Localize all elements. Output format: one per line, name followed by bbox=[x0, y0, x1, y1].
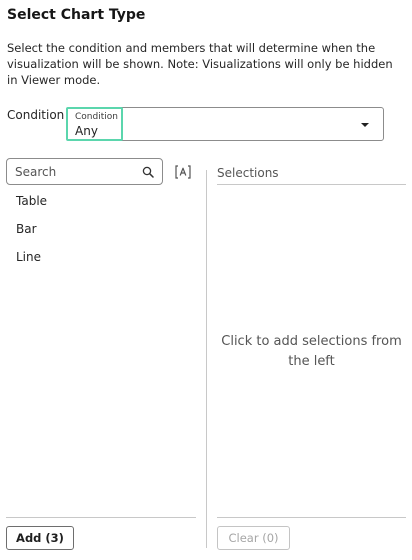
clear-button[interactable]: Clear (0) bbox=[217, 526, 290, 550]
dialog-title: Select Chart Type bbox=[7, 7, 146, 23]
selections-empty-message: Click to add selections from the left bbox=[221, 334, 402, 369]
chevron-down-icon bbox=[361, 123, 369, 127]
dialog-description: Select the condition and members that wi… bbox=[7, 41, 393, 87]
selections-header: Selections bbox=[217, 166, 279, 180]
search-input[interactable] bbox=[7, 159, 137, 184]
condition-focus-box: Condition Any bbox=[66, 107, 123, 141]
selections-header-divider bbox=[217, 184, 406, 185]
left-footer-divider bbox=[6, 517, 196, 518]
add-button[interactable]: Add (3) bbox=[6, 526, 74, 550]
condition-floating-label: Condition bbox=[75, 112, 118, 122]
condition-value: Any bbox=[75, 124, 98, 138]
search-icon[interactable] bbox=[142, 166, 154, 178]
list-item-table[interactable]: Table bbox=[6, 190, 198, 218]
list-item-bar[interactable]: Bar bbox=[6, 218, 198, 246]
member-list: Table Bar Line bbox=[6, 190, 198, 274]
list-item-line[interactable]: Line bbox=[6, 246, 198, 274]
match-case-icon[interactable] bbox=[175, 165, 191, 179]
condition-select[interactable]: Condition Any bbox=[66, 107, 384, 141]
search-box[interactable] bbox=[6, 158, 163, 185]
panel-divider bbox=[206, 170, 207, 548]
condition-label: Condition bbox=[7, 108, 65, 122]
right-footer-divider bbox=[217, 517, 406, 518]
